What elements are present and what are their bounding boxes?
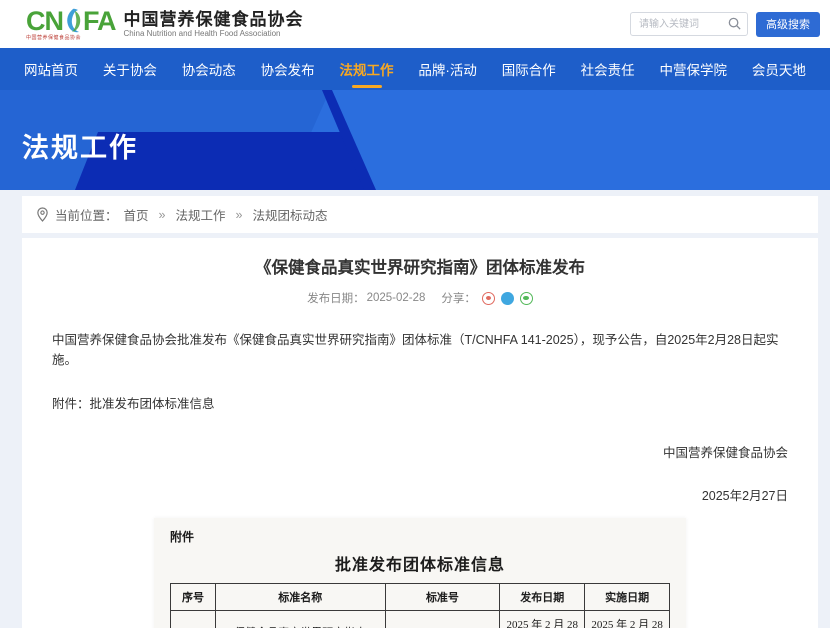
org-name-cn: 中国营养保健食品协会	[124, 10, 304, 30]
standards-table: 序号 标准名称 标准号 发布日期 实施日期 1 保健食品真实世界研究指南 T/C…	[170, 583, 670, 628]
publish-date-label: 发布日期：	[307, 290, 365, 306]
article-title: 《保健食品真实世界研究指南》团体标准发布	[22, 254, 818, 278]
nav-item-social-responsibility[interactable]: 社会责任	[579, 47, 637, 91]
wechat-share-icon[interactable]	[520, 292, 533, 305]
breadcrumb-item-home[interactable]: 首页	[124, 205, 149, 224]
logo-small-text: 中国营养保健食品协会	[26, 36, 116, 41]
cell-name: 保健食品真实世界研究指南	[215, 611, 385, 628]
article-paragraph: 中国营养保健食品协会批准发布《保健食品真实世界研究指南》团体标准（T/CNHFA…	[52, 330, 788, 370]
breadcrumb-item-current: 法规团标动态	[252, 205, 327, 224]
location-pin-icon	[36, 207, 49, 222]
cell-number: T/CNHFA 141-2025	[385, 611, 500, 628]
nav-item-academy[interactable]: 中营保学院	[658, 47, 730, 91]
article-attachment-line: 附件：批准发布团体标准信息	[52, 394, 788, 414]
nav-item-home[interactable]: 网站首页	[22, 47, 80, 91]
col-header-index: 序号	[171, 584, 216, 611]
site-logo[interactable]: CN FA 中国营养保健食品协会 中国营养保健食品协会 China Nutrit…	[26, 7, 304, 41]
scan-table-title: 批准发布团体标准信息	[170, 551, 670, 575]
breadcrumb-label: 当前位置：	[55, 205, 118, 224]
breadcrumb: 当前位置： 首页 » 法规工作 » 法规团标动态	[22, 196, 818, 233]
scan-attachment-label: 附件	[170, 528, 670, 545]
scanned-document-image: 附件 批准发布团体标准信息 序号 标准名称 标准号 发布日期 实施日期 1 保健…	[154, 518, 686, 628]
table-row: 1 保健食品真实世界研究指南 T/CNHFA 141-2025 2025 年 2…	[171, 611, 670, 628]
col-header-impl-date: 实施日期	[585, 584, 670, 611]
cell-pub-date: 2025 年 2 月 28 日	[500, 611, 585, 628]
nav-item-international[interactable]: 国际合作	[500, 47, 558, 91]
qq-share-icon[interactable]	[501, 292, 514, 305]
search-icon[interactable]	[727, 16, 742, 31]
weibo-share-icon[interactable]	[482, 292, 495, 305]
nav-item-members[interactable]: 会员天地	[750, 47, 808, 91]
nav-item-news[interactable]: 协会动态	[180, 47, 238, 91]
table-header-row: 序号 标准名称 标准号 发布日期 实施日期	[171, 584, 670, 611]
article-meta: 发布日期：2025-02-28 分享：	[22, 290, 818, 306]
site-header: CN FA 中国营养保健食品协会 中国营养保健食品协会 China Nutrit…	[0, 0, 830, 48]
nav-item-release[interactable]: 协会发布	[259, 47, 317, 91]
article-signature-date: 2025年2月27日	[52, 485, 788, 504]
publish-date-value: 2025-02-28	[367, 292, 426, 304]
nav-item-brand-activity[interactable]: 品牌·活动	[416, 47, 479, 91]
col-header-name: 标准名称	[215, 584, 385, 611]
logo-text-fa: FA	[83, 8, 116, 35]
cell-index: 1	[171, 611, 216, 628]
org-name-en: China Nutrition and Health Food Associat…	[124, 29, 304, 38]
breadcrumb-separator: »	[159, 208, 166, 222]
cell-impl-date: 2025 年 2 月 28 日	[585, 611, 670, 628]
nav-item-regulations[interactable]: 法规工作	[338, 47, 396, 91]
col-header-pub-date: 发布日期	[500, 584, 585, 611]
page-title: 法规工作	[22, 126, 138, 165]
article-signature: 中国营养保健食品协会	[52, 442, 788, 461]
col-header-number: 标准号	[385, 584, 500, 611]
breadcrumb-item-regulations[interactable]: 法规工作	[175, 205, 225, 224]
share-label: 分享：	[441, 290, 476, 306]
article-card: 《保健食品真实世界研究指南》团体标准发布 发布日期：2025-02-28 分享：…	[22, 238, 818, 628]
main-nav: 网站首页 关于协会 协会动态 协会发布 法规工作 品牌·活动 国际合作 社会责任…	[0, 48, 830, 90]
logo-letters: CN FA 中国营养保健食品协会	[26, 7, 116, 41]
advanced-search-button[interactable]: 高级搜索	[756, 12, 820, 37]
page-banner: 法规工作	[0, 90, 830, 190]
logo-text-cn: CN	[26, 8, 63, 35]
breadcrumb-separator: »	[236, 208, 243, 222]
logo-figure-icon	[61, 7, 85, 35]
nav-item-about[interactable]: 关于协会	[101, 47, 159, 91]
